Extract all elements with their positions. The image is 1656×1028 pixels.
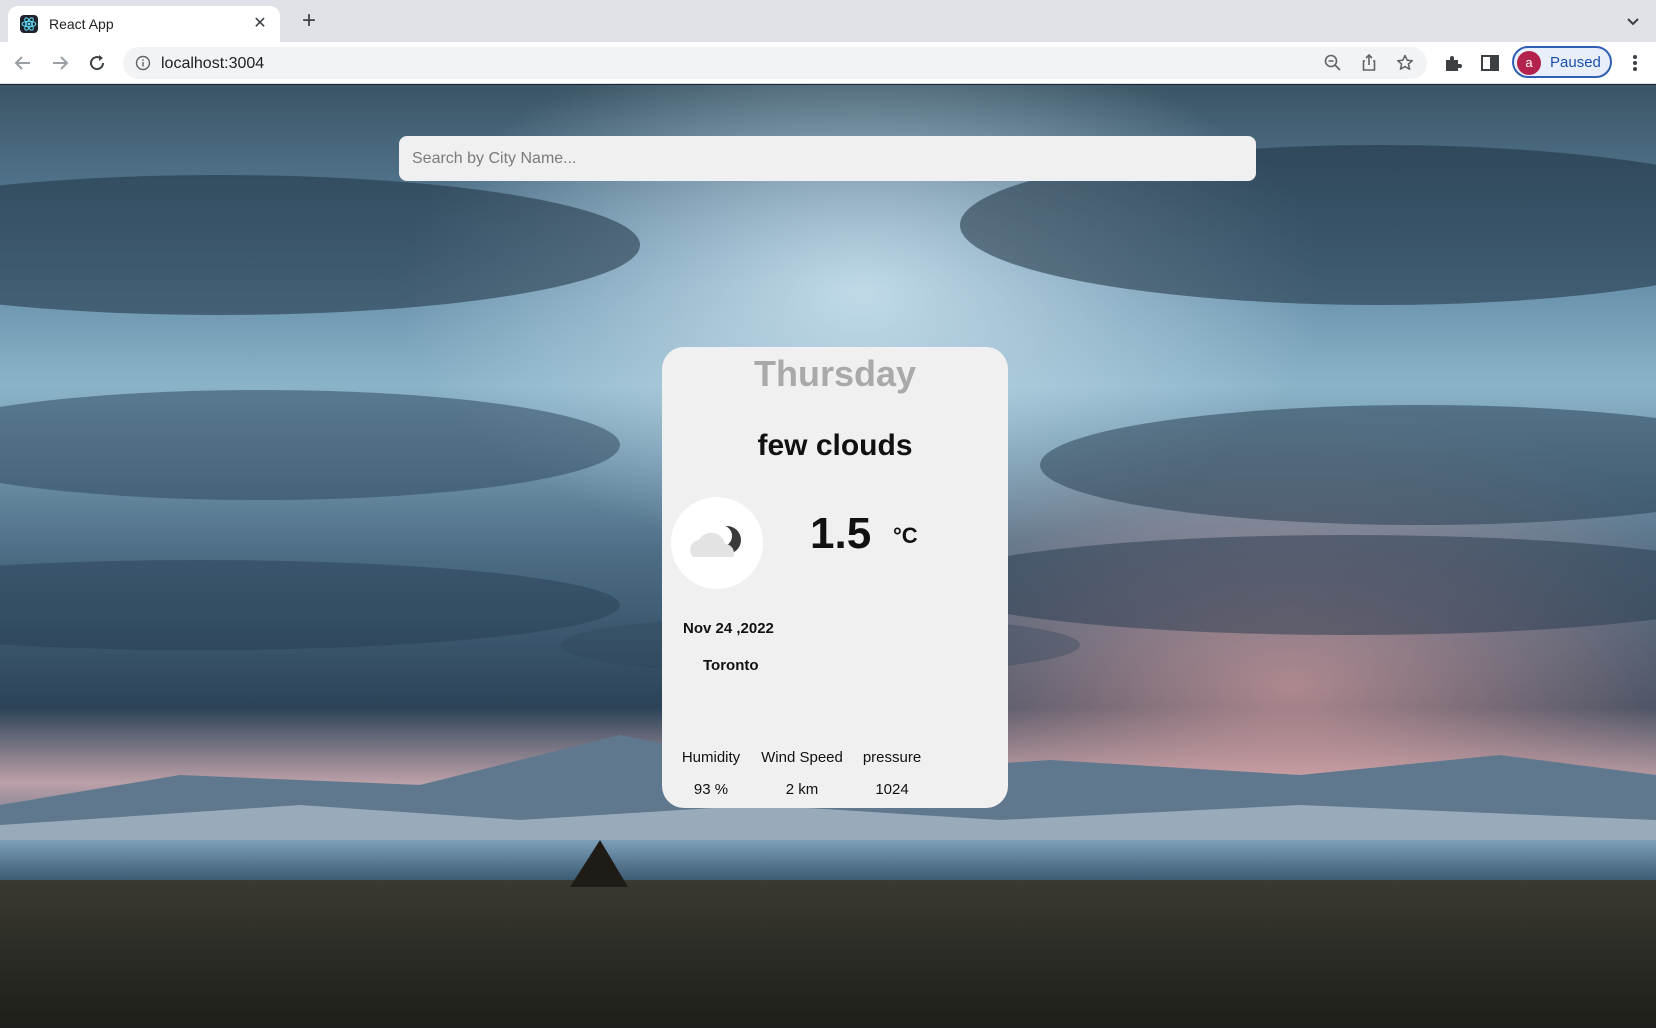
temperature-unit: °C (893, 523, 918, 548)
wind-speed-label: Wind Speed (761, 749, 843, 766)
humidity-value: 93 % (693, 781, 729, 798)
few-clouds-night-icon (690, 525, 741, 557)
profile-avatar: a (1517, 51, 1541, 75)
bookmark-star-icon[interactable] (1395, 53, 1415, 73)
weather-icon-container (671, 497, 763, 589)
extensions-puzzle-icon[interactable] (1442, 52, 1464, 74)
weather-date: Nov 24 ,2022 (683, 620, 774, 637)
tab-strip: React App ✕ + (0, 0, 1656, 42)
url-text: localhost:3004 (161, 55, 265, 72)
react-favicon-icon (20, 15, 38, 33)
side-panel-icon[interactable] (1479, 52, 1501, 74)
tab-title: React App (49, 16, 114, 32)
reload-icon[interactable] (85, 51, 109, 75)
browser-tab[interactable]: React App ✕ (8, 6, 280, 42)
city-search-input[interactable] (399, 136, 1256, 181)
tab-search-chevron-icon[interactable] (1624, 12, 1642, 30)
tab-close-icon[interactable]: ✕ (250, 14, 270, 34)
address-bar[interactable]: localhost:3004 (123, 47, 1427, 79)
weather-card: Thursday few clouds 1.5 °C Nov 24 ,2022 … (662, 347, 1008, 808)
pressure-value: 1024 (875, 781, 909, 798)
kebab-menu-icon[interactable] (1624, 52, 1646, 74)
page-viewport: Thursday few clouds 1.5 °C Nov 24 ,2022 … (0, 85, 1656, 1028)
pressure-label: pressure (862, 749, 922, 766)
temperature-value: 1.5 (810, 509, 872, 558)
weekday-heading: Thursday (753, 353, 917, 394)
new-tab-icon[interactable]: + (296, 9, 322, 35)
forward-arrow-icon[interactable] (48, 51, 72, 75)
browser-toolbar: localhost:3004 a Paused (0, 42, 1656, 84)
profile-status-label: Paused (1550, 54, 1601, 71)
site-info-icon[interactable] (135, 55, 151, 71)
profile-button[interactable]: a Paused (1512, 46, 1612, 78)
weather-description: few clouds (757, 429, 913, 462)
wind-speed-value: 2 km (785, 781, 819, 798)
share-icon[interactable] (1359, 53, 1379, 73)
humidity-label: Humidity (681, 749, 741, 766)
zoom-icon[interactable] (1323, 53, 1343, 73)
back-arrow-icon[interactable] (11, 51, 35, 75)
city-name: Toronto (703, 657, 759, 674)
